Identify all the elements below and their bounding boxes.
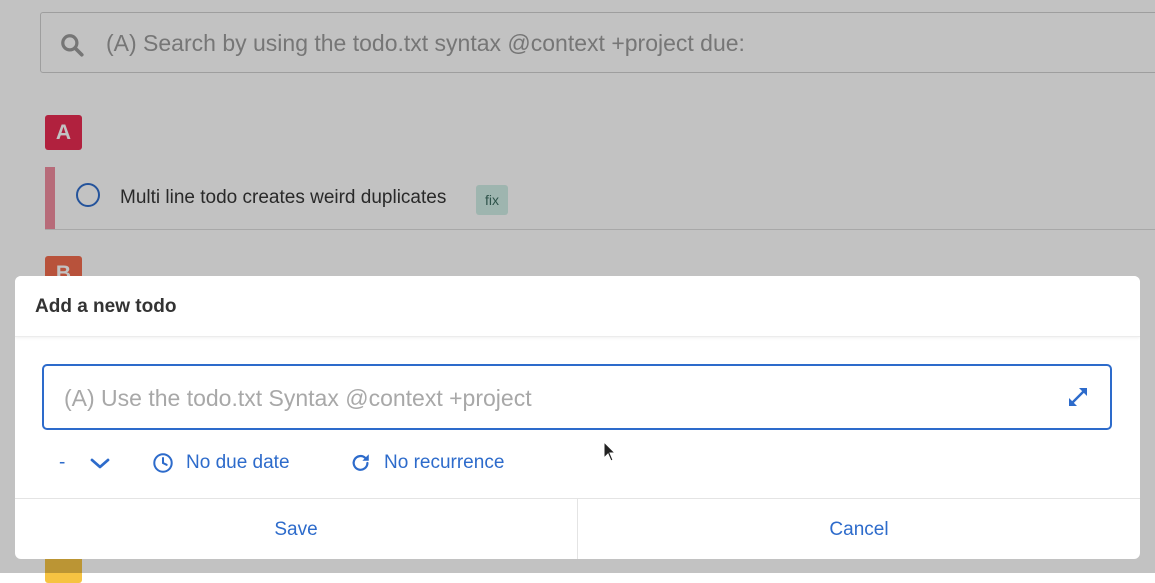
todo-input-wrapper[interactable]: [42, 364, 1112, 430]
redo-icon: [352, 454, 369, 471]
chevron-down-icon: [90, 458, 110, 469]
add-todo-dialog: Add a new todo - No due date No recurren…: [15, 276, 1140, 559]
priority-value: -: [59, 452, 66, 473]
dialog-title: Add a new todo: [35, 296, 177, 317]
recurrence-button[interactable]: No recurrence: [350, 452, 504, 474]
todo-input[interactable]: [62, 366, 1046, 430]
due-date-button[interactable]: No due date: [152, 452, 290, 474]
due-date-label: No due date: [186, 452, 290, 473]
cancel-button[interactable]: Cancel: [577, 499, 1140, 559]
save-button[interactable]: Save: [15, 499, 577, 559]
expand-icon[interactable]: [1066, 385, 1090, 409]
recurrence-label: No recurrence: [384, 452, 505, 473]
dialog-header: Add a new todo: [15, 276, 1140, 337]
mouse-cursor-icon: [603, 441, 617, 462]
clock-icon: [153, 453, 173, 473]
priority-picker[interactable]: -: [59, 452, 113, 474]
dialog-footer: Save Cancel: [15, 498, 1140, 559]
